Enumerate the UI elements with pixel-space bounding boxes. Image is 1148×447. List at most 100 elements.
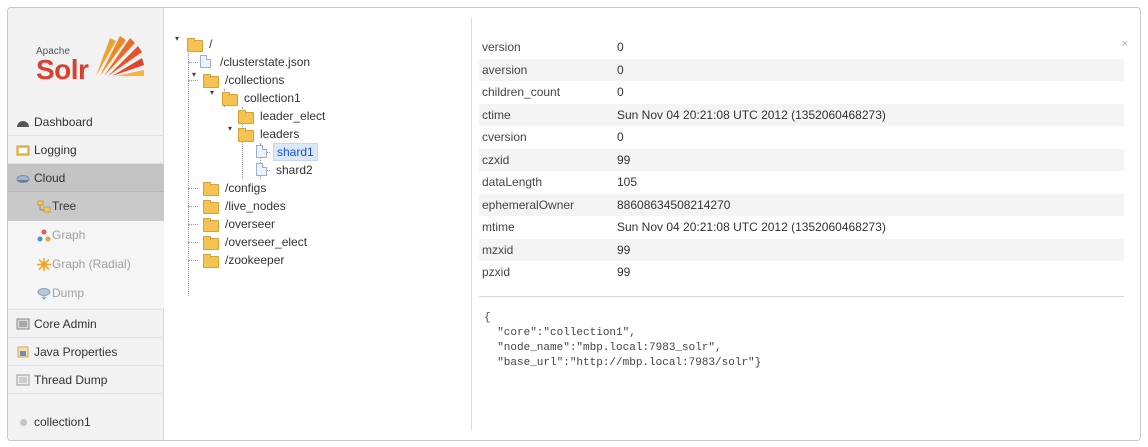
folder-icon [203,182,219,196]
property-value: 0 [617,40,624,54]
property-key: dataLength [482,175,543,189]
solr-logo[interactable]: Apache Solr [36,32,146,102]
sidebar-item-label: Core Admin [34,317,97,331]
folder-icon [203,254,219,268]
sidebar-subitem-graph[interactable]: Graph [8,221,164,250]
sidebar-item-logging[interactable]: Logging [8,136,164,164]
sidebar-subitem-label: Dump [52,286,85,300]
property-key: pzxid [482,265,511,279]
file-icon [256,145,267,158]
property-value: 99 [617,242,631,257]
property-value: 0 [617,62,624,77]
folder-icon [187,38,203,52]
property-value: 88608634508214270 [617,197,731,212]
folder-icon [238,128,254,142]
tree-node-label: /overseer_elect [225,235,308,249]
tree-node-label: /collections [225,73,285,87]
tree-node-clusterstate[interactable]: /clusterstate.json [200,53,313,71]
property-value: 0 [617,130,624,144]
property-row: czxid 99 [479,148,1124,171]
graph-radial-icon [37,258,51,271]
property-key: version [482,40,521,54]
expand-toggle-icon[interactable]: ▾ [210,89,218,97]
logging-icon [16,145,30,156]
sidebar: Apache Solr Dashboard Logging Cloud Tree… [8,8,164,440]
expand-toggle-icon[interactable]: ▾ [175,35,183,43]
property-row: mzxid 99 [479,238,1124,261]
tree-node-label: /configs [225,181,267,195]
tree-node-configs[interactable]: /configs [203,179,269,197]
sidebar-item-core-admin[interactable]: Core Admin [8,310,164,338]
dashboard-icon [17,121,29,127]
property-key: cversion [482,130,527,144]
sidebar-item-dashboard[interactable]: Dashboard [8,108,164,136]
secondary-nav: Core Admin Java Properties Thread Dump [8,309,164,394]
property-row: aversion 0 [479,58,1124,81]
expand-toggle-icon[interactable]: ▾ [192,71,200,79]
expand-toggle-icon[interactable]: ▾ [228,125,236,133]
sidebar-item-label: Dashboard [34,115,93,129]
solr-sun-icon [96,36,144,76]
zookeeper-tree: ▾ / /clusterstate.json ▾ /collections ▾ … [170,35,470,415]
property-value: Sun Nov 04 20:21:08 UTC 2012 (1352060468… [617,107,886,122]
graph-icon [37,229,51,242]
property-key: ctime [482,107,511,122]
property-row: children_count 0 [479,81,1124,103]
file-icon [256,163,267,176]
tree-icon [37,200,51,213]
java-properties-icon [17,346,29,358]
file-icon [200,55,211,68]
dump-icon [37,288,51,300]
tree-node-label: leaders [260,127,300,141]
sidebar-item-label: Thread Dump [34,373,108,387]
sidebar-item-cloud[interactable]: Cloud [8,164,164,192]
thread-dump-icon [16,374,30,386]
tree-node-collections[interactable]: /collections [203,71,287,89]
core-status-dot [20,419,27,426]
sidebar-item-label: Cloud [34,171,66,185]
tree-node-label: /live_nodes [225,199,286,213]
tree-node-shard1[interactable]: shard1 [256,143,318,161]
sidebar-subitem-dump[interactable]: Dump [8,279,164,308]
cloud-icon [16,175,30,183]
property-row: ephemeralOwner 88608634508214270 [479,193,1124,216]
sidebar-item-java-properties[interactable]: Java Properties [8,338,164,366]
tree-node-label: / [209,37,213,51]
property-key: ephemeralOwner [482,197,575,212]
tree-node-root[interactable]: / [187,35,215,53]
tree-node-label: shard2 [276,163,313,177]
tree-node-zookeeper[interactable]: /zookeeper [203,251,287,269]
property-row: ctime Sun Nov 04 20:21:08 UTC 2012 (13520… [479,103,1124,126]
property-row: pzxid 99 [479,261,1124,283]
core-selector-collection1[interactable]: collection1 [8,412,164,432]
property-row: cversion 0 [479,126,1124,148]
tree-node-collection1[interactable]: collection1 [222,89,304,107]
property-value: 99 [617,152,631,167]
tree-node-label: /zookeeper [225,253,285,267]
tree-node-leader-elect[interactable]: leader_elect [238,107,328,125]
folder-icon [203,200,219,214]
tree-node-label: leader_elect [260,109,326,123]
tree-node-label: shard1 [273,143,318,161]
tree-node-leaders[interactable]: leaders [238,125,302,143]
sidebar-subitem-label: Tree [52,199,77,213]
tree-node-label: /overseer [225,217,276,231]
property-value: 0 [617,85,624,99]
sidebar-item-thread-dump[interactable]: Thread Dump [8,366,164,394]
folder-icon [222,92,238,106]
tree-node-overseer-elect[interactable]: /overseer_elect [203,233,310,251]
tree-node-label: /clusterstate.json [220,55,311,69]
property-value: 105 [617,175,638,189]
property-key: mzxid [482,242,514,257]
property-key: aversion [482,62,528,77]
folder-icon [238,110,254,124]
folder-icon [203,218,219,232]
tree-node-live-nodes[interactable]: /live_nodes [203,197,289,215]
divider [479,296,1124,297]
tree-node-shard2[interactable]: shard2 [256,161,316,179]
property-key: czxid [482,152,510,167]
main-nav: Dashboard Logging Cloud Tree Graph Graph… [8,108,164,308]
sidebar-subitem-graph-radial[interactable]: Graph (Radial) [8,250,164,279]
sidebar-subitem-tree[interactable]: Tree [8,192,164,221]
tree-node-overseer[interactable]: /overseer [203,215,278,233]
